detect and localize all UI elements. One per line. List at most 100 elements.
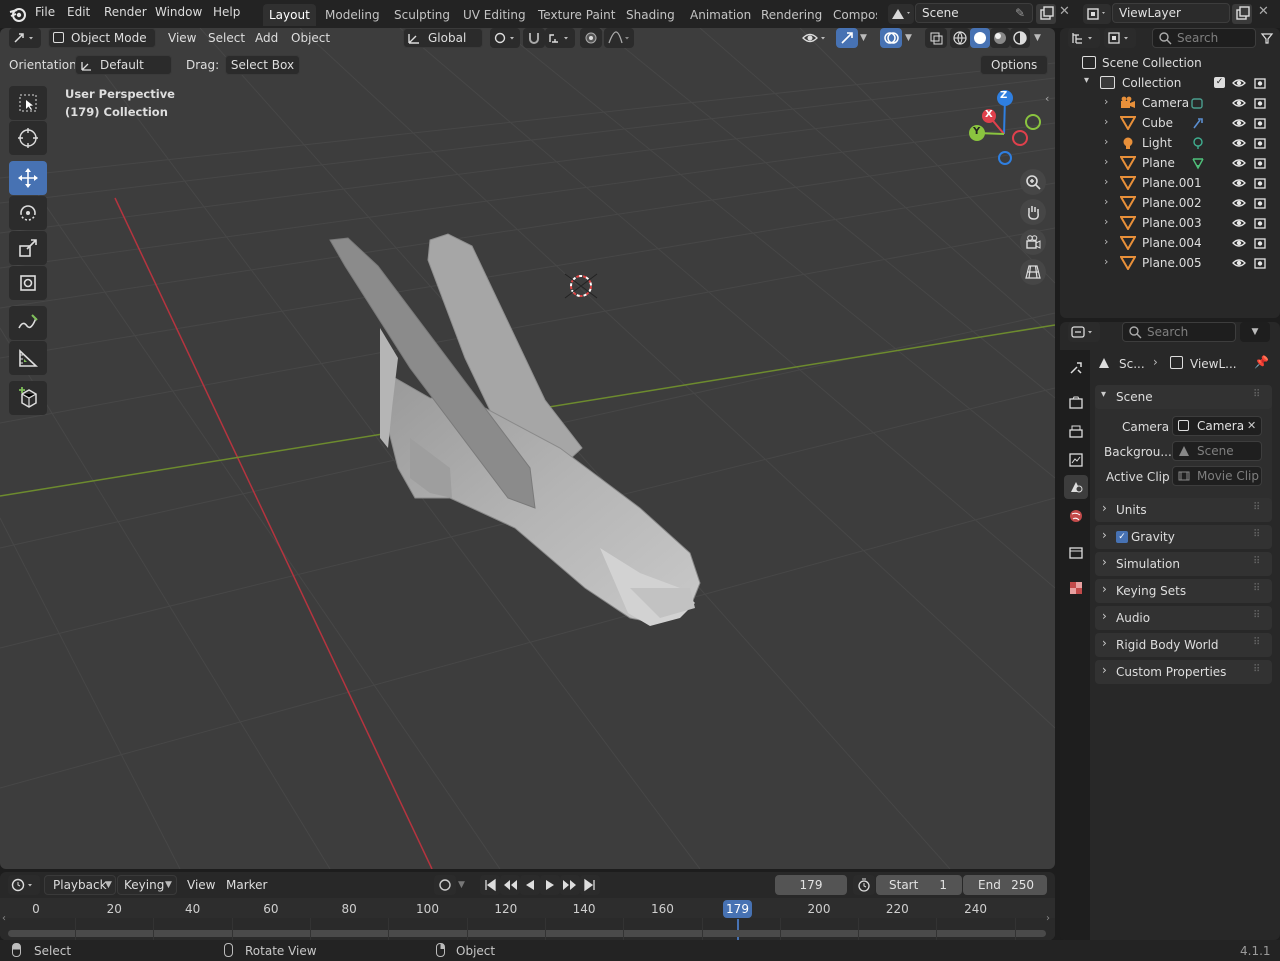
tab-texture-paint[interactable]: Texture Paint [532, 4, 621, 26]
drag-grip-icon[interactable]: ⠿ [1253, 556, 1260, 567]
tab-rendering[interactable]: Rendering [755, 4, 828, 26]
outliner-root-row[interactable]: Scene Collection [1060, 53, 1280, 73]
options-dropdown[interactable]: Options [980, 55, 1048, 75]
pivot-point-icon[interactable] [490, 28, 520, 48]
xray-toggle-icon[interactable] [925, 28, 947, 48]
visibility-icon[interactable] [800, 28, 830, 48]
drag-dropdown[interactable]: Select Box [225, 55, 300, 75]
expand-chevron-icon[interactable]: › [1104, 135, 1108, 148]
tab-sculpting[interactable]: Sculpting [388, 4, 456, 26]
jump-start-icon[interactable] [480, 875, 500, 895]
chevron-right-icon[interactable]: › [1102, 528, 1107, 542]
perspective-toggle-icon[interactable] [1020, 259, 1046, 285]
expand-chevron-icon[interactable]: › [1104, 235, 1108, 248]
tool-tab-icon[interactable] [1064, 356, 1088, 380]
expand-chevron-icon[interactable]: › [1104, 95, 1108, 108]
panel-rigid-body-world[interactable]: › Rigid Body World ⠿ [1095, 633, 1272, 657]
panel-custom-properties[interactable]: › Custom Properties ⠿ [1095, 660, 1272, 684]
overlays-toggle-icon[interactable] [880, 28, 902, 48]
current-frame-badge[interactable]: 179 [723, 900, 752, 918]
render-camera-icon[interactable] [1253, 156, 1267, 173]
proportional-edit-icon[interactable] [580, 28, 602, 48]
shading-material-icon[interactable] [990, 28, 1010, 48]
proportional-falloff-icon[interactable] [604, 28, 634, 48]
world-tab-icon[interactable] [1064, 504, 1088, 528]
tool-move[interactable] [9, 161, 47, 195]
timeline-menu-marker[interactable]: Marker [226, 878, 267, 892]
camera-view-icon[interactable] [1020, 229, 1046, 255]
panel-audio[interactable]: › Audio ⠿ [1095, 606, 1272, 630]
chevron-right-icon[interactable]: › [1102, 636, 1107, 650]
render-camera-icon[interactable] [1253, 76, 1267, 93]
tab-shading[interactable]: Shading [620, 4, 681, 26]
outliner-item-light[interactable]: › Light [1060, 133, 1280, 153]
tool-transform[interactable] [9, 266, 47, 300]
sidebar-toggle-icon[interactable]: ‹ [1045, 92, 1049, 105]
texture-tab-icon[interactable] [1064, 576, 1088, 600]
cube-data-icon[interactable] [1191, 116, 1205, 133]
render-camera-icon[interactable] [1253, 236, 1267, 253]
eye-icon[interactable] [1232, 216, 1246, 233]
snap-icon[interactable] [523, 28, 545, 48]
eye-icon[interactable] [1232, 156, 1246, 173]
exclude-checkbox[interactable]: ✓ [1214, 77, 1225, 88]
outliner-item-plane-004[interactable]: › Plane.004 [1060, 233, 1280, 253]
clear-camera-icon[interactable]: ✕ [1247, 419, 1256, 432]
scene-icon[interactable] [888, 4, 914, 24]
gizmo-dropdown-icon[interactable]: ▼ [860, 33, 867, 43]
outliner-item-plane-002[interactable]: › Plane.002 [1060, 193, 1280, 213]
drag-grip-icon[interactable]: ⠿ [1253, 664, 1260, 675]
snap-target-icon[interactable] [545, 28, 575, 48]
expand-chevron-icon[interactable]: › [1104, 215, 1108, 228]
render-camera-icon[interactable] [1253, 256, 1267, 273]
outliner-collection-row[interactable]: ▾ Collection ✓ [1060, 73, 1280, 93]
panel-keying-sets[interactable]: › Keying Sets ⠿ [1095, 579, 1272, 603]
eye-icon[interactable] [1232, 76, 1246, 93]
eye-icon[interactable] [1232, 116, 1246, 133]
light-data-icon[interactable] [1191, 136, 1205, 153]
close-viewlayer-icon[interactable]: ✕ [1258, 4, 1269, 19]
outliner-item-plane-005[interactable]: › Plane.005 [1060, 253, 1280, 273]
panel-gravity[interactable]: › ✓ Gravity ⠿ [1095, 525, 1272, 549]
render-camera-icon[interactable] [1253, 216, 1267, 233]
timeline-editor-type-icon[interactable] [8, 875, 40, 895]
close-scene-icon[interactable]: ✕ [1059, 4, 1070, 19]
render-camera-icon[interactable] [1253, 196, 1267, 213]
timeline-menu-view[interactable]: View [187, 878, 215, 892]
properties-editor-type-icon[interactable] [1068, 322, 1100, 342]
menu-file[interactable]: File [35, 5, 55, 19]
outliner-item-plane-003[interactable]: › Plane.003 [1060, 213, 1280, 233]
panel-units[interactable]: › Units ⠿ [1095, 498, 1272, 522]
chevron-right-icon[interactable]: › [1102, 582, 1107, 596]
view-layer-tab-icon[interactable] [1064, 448, 1088, 472]
viewlayer-name-field[interactable]: ViewLayer [1112, 3, 1230, 23]
tool-annotate[interactable] [9, 306, 47, 340]
outliner-item-plane[interactable]: › Plane [1060, 153, 1280, 173]
expand-chevron-down-icon[interactable]: ▾ [1084, 75, 1089, 86]
chevron-right-icon[interactable]: › [1102, 663, 1107, 677]
jump-end-icon[interactable] [580, 875, 600, 895]
drag-grip-icon[interactable]: ⠿ [1253, 529, 1260, 540]
overlays-dropdown-icon[interactable]: ▼ [905, 33, 912, 43]
panel-simulation[interactable]: › Simulation ⠿ [1095, 552, 1272, 576]
tab-layout[interactable]: Layout [263, 4, 316, 26]
play-reverse-icon[interactable] [520, 875, 540, 895]
gravity-checkbox[interactable]: ✓ [1116, 531, 1128, 543]
zoom-icon[interactable] [1020, 169, 1046, 195]
drag-grip-icon[interactable]: ⠿ [1253, 610, 1260, 621]
tab-uv-editing[interactable]: UV Editing [457, 4, 532, 26]
auto-keying-icon[interactable] [434, 875, 456, 895]
frame-end-field[interactable]: End 250 [963, 875, 1047, 895]
output-tab-icon[interactable] [1064, 420, 1088, 444]
scroll-left-icon[interactable]: ‹ [2, 913, 6, 924]
chevron-right-icon[interactable]: › [1102, 501, 1107, 515]
tab-compositing[interactable]: Compos [827, 4, 877, 26]
shading-solid-icon[interactable] [970, 28, 990, 48]
render-camera-icon[interactable] [1253, 136, 1267, 153]
new-scene-icon[interactable] [1036, 4, 1056, 24]
jump-keyframe-back-icon[interactable] [500, 875, 520, 895]
properties-options-icon[interactable]: ▼ [1240, 322, 1270, 342]
breadcrumb-viewlayer[interactable]: ViewL... [1190, 357, 1237, 371]
tab-animation[interactable]: Animation [684, 4, 757, 26]
chevron-right-icon[interactable]: › [1102, 555, 1107, 569]
